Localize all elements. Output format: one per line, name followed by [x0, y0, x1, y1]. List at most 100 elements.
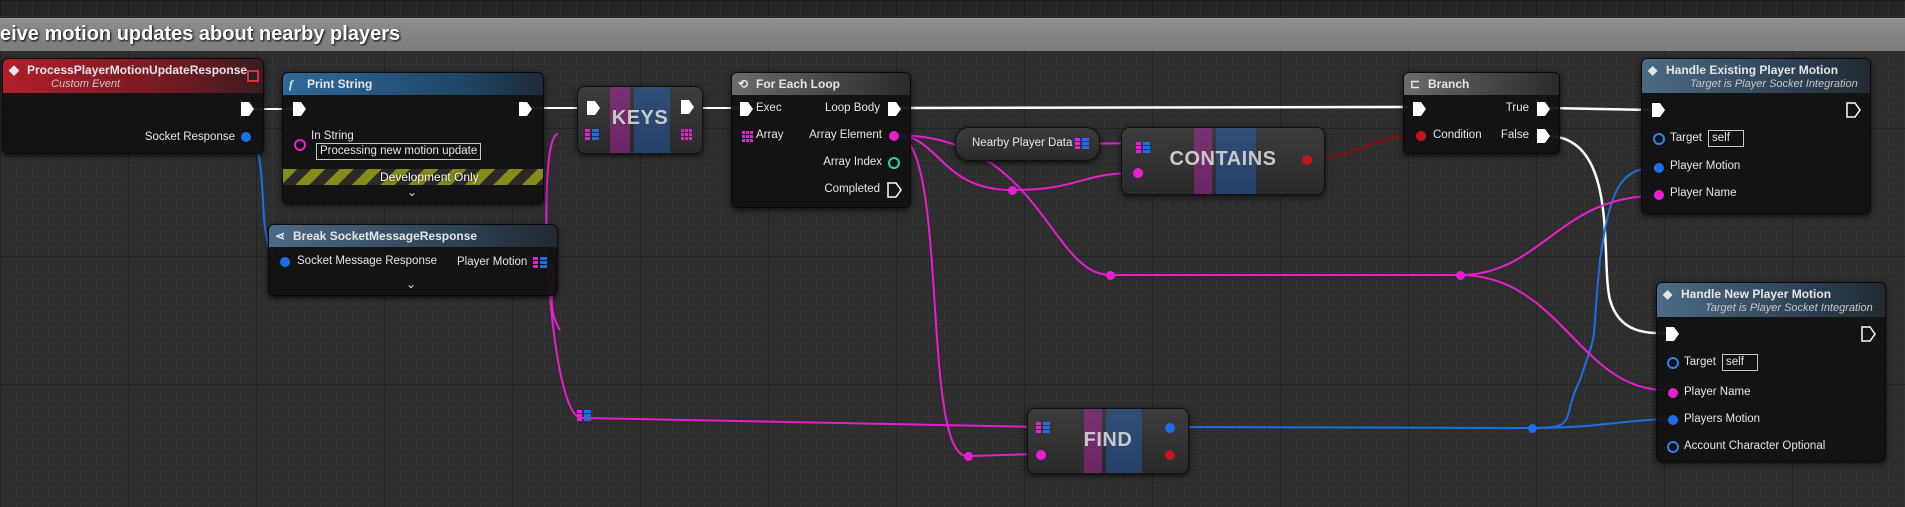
node-title: Break SocketMessageResponse	[293, 229, 478, 243]
pin-label: In String	[311, 130, 354, 142]
in-string-pin[interactable]	[294, 139, 306, 151]
node-subtitle: Target is Player Socket Integration	[1690, 78, 1858, 90]
handle-new-motion-node[interactable]: ◆ Handle New Player Motion Target is Pla…	[1656, 282, 1886, 462]
chevron-down-icon[interactable]: ⌄	[406, 277, 416, 291]
pin-label: Player Motion	[1670, 160, 1741, 172]
struct-wire	[1169, 426, 1533, 429]
exec-wire	[900, 105, 1410, 110]
break-socket-node[interactable]: ⋖ Break SocketMessageResponse Socket Mes…	[268, 224, 558, 296]
branch-node[interactable]: ⊏ Branch Condition True False	[1403, 72, 1560, 154]
node-header: ⋖ Break SocketMessageResponse	[269, 225, 557, 247]
bool-out-pin[interactable]	[1302, 155, 1312, 165]
pin-label: Account Character Optional	[1684, 440, 1826, 452]
handle-existing-motion-node[interactable]: ◆ Handle Existing Player Motion Target i…	[1641, 58, 1871, 214]
key-in-pin[interactable]	[1036, 450, 1046, 460]
pin-label: Condition	[1433, 129, 1482, 141]
contains-node[interactable]: CONTAINS	[1121, 127, 1325, 195]
pin-label: Target	[1670, 132, 1702, 144]
player-name-pin[interactable]	[1654, 190, 1664, 200]
node-title: Print String	[307, 77, 373, 91]
process-event-node[interactable]: ◆ ProcessPlayerMotionUpdateResponse Cust…	[2, 58, 264, 154]
reroute-knot[interactable]	[1105, 270, 1115, 280]
node-header: f Print String	[283, 73, 543, 95]
node-title: Handle New Player Motion	[1681, 287, 1832, 301]
pin-label: Completed	[824, 183, 880, 195]
map-out-pin[interactable]	[1075, 138, 1089, 149]
function-icon: ◆	[1648, 63, 1658, 77]
array-element-pin[interactable]	[889, 131, 899, 141]
condition-pin[interactable]	[1416, 131, 1426, 141]
keys-node[interactable]: KEYS	[577, 86, 703, 154]
node-header: ◆ Handle New Player Motion Target is Pla…	[1657, 283, 1885, 317]
pin-label: Player Motion	[457, 256, 528, 268]
development-only-label: Development Only	[380, 170, 479, 184]
node-title: ProcessPlayerMotionUpdateResponse	[27, 63, 248, 77]
node-title: Handle Existing Player Motion	[1666, 63, 1839, 77]
pin-label: Target	[1684, 356, 1716, 368]
map-in-pin[interactable]	[1136, 142, 1150, 153]
name-wire	[895, 134, 1041, 458]
target-input[interactable]: self	[1708, 130, 1744, 147]
find-label: FIND	[1083, 429, 1133, 451]
pin-label: Socket Response	[144, 131, 235, 143]
node-subtitle: Custom Event	[51, 78, 121, 90]
key-in-pin[interactable]	[1133, 168, 1143, 178]
reroute-knot[interactable]	[1007, 185, 1017, 195]
pin-label: False	[1500, 129, 1529, 141]
reroute-knot[interactable]	[963, 451, 973, 461]
pin-label: Array	[756, 129, 784, 141]
pin-label: Player Name	[1684, 386, 1751, 398]
player-name-pin[interactable]	[1668, 388, 1678, 398]
socket-response-pin[interactable]	[241, 132, 251, 142]
target-pin[interactable]	[1653, 133, 1665, 145]
node-title: For Each Loop	[756, 77, 840, 91]
function-icon: f	[289, 77, 293, 91]
pin-label: Array Index	[823, 156, 882, 168]
node-header: ◆ Handle Existing Player Motion Target i…	[1642, 59, 1870, 93]
for-each-loop-node[interactable]: ⟲ For Each Loop Exec Array Loop Body Arr…	[731, 72, 911, 208]
found-out-pin[interactable]	[1165, 450, 1175, 460]
socket-message-in-pin[interactable]	[280, 257, 290, 267]
find-node[interactable]: FIND	[1027, 408, 1189, 474]
print-string-node[interactable]: f Print String In String Processing new …	[282, 72, 544, 204]
pin-label: Socket Message Response	[297, 255, 437, 267]
target-pin[interactable]	[1667, 357, 1679, 369]
reroute-knot[interactable]	[1455, 270, 1465, 280]
array-index-pin[interactable]	[888, 157, 900, 169]
keys-array-out-pin[interactable]	[681, 129, 692, 140]
nearby-player-data-node[interactable]: Nearby Player Data	[955, 127, 1100, 161]
pin-label: Exec	[756, 102, 782, 114]
in-string-input[interactable]: Processing new motion update	[316, 143, 482, 160]
event-icon: ◆	[9, 62, 19, 77]
pin-label: Array Element	[809, 129, 882, 141]
function-icon: ◆	[1663, 287, 1673, 301]
pin-label: Player Name	[1670, 187, 1737, 199]
delegate-pin[interactable]	[247, 70, 259, 82]
node-header: ⟲ For Each Loop	[732, 73, 910, 95]
player-motion-pin[interactable]	[1654, 163, 1664, 173]
value-out-pin[interactable]	[1165, 423, 1175, 433]
players-motion-pin[interactable]	[1668, 415, 1678, 425]
target-input[interactable]: self	[1722, 354, 1758, 371]
pin-label: Players Motion	[1684, 413, 1761, 425]
struct-wire	[1531, 167, 1656, 429]
array-in-pin[interactable]	[742, 131, 753, 142]
pin-label: Loop Body	[825, 102, 880, 114]
account-character-pin[interactable]	[1667, 441, 1679, 453]
player-motion-map-pin[interactable]	[533, 257, 547, 268]
exec-wire	[1547, 106, 1653, 112]
variable-label: Nearby Player Data	[972, 137, 1073, 149]
reroute-knot[interactable]	[1527, 423, 1537, 433]
reroute-map-knot[interactable]	[577, 410, 591, 421]
map-in-pin[interactable]	[1036, 422, 1050, 433]
name-wire	[1459, 274, 1666, 391]
chevron-down-icon[interactable]: ⌄	[407, 185, 417, 199]
name-wire	[1459, 195, 1656, 276]
map-in-pin[interactable]	[585, 129, 599, 140]
node-title: Branch	[1428, 77, 1470, 91]
loop-icon: ⟲	[738, 77, 749, 91]
break-icon: ⋖	[275, 229, 286, 243]
contains-label: CONTAINS	[1169, 148, 1277, 170]
node-header: ◆ ProcessPlayerMotionUpdateResponse Cust…	[3, 59, 263, 93]
node-subtitle: Target is Player Socket Integration	[1705, 302, 1873, 314]
